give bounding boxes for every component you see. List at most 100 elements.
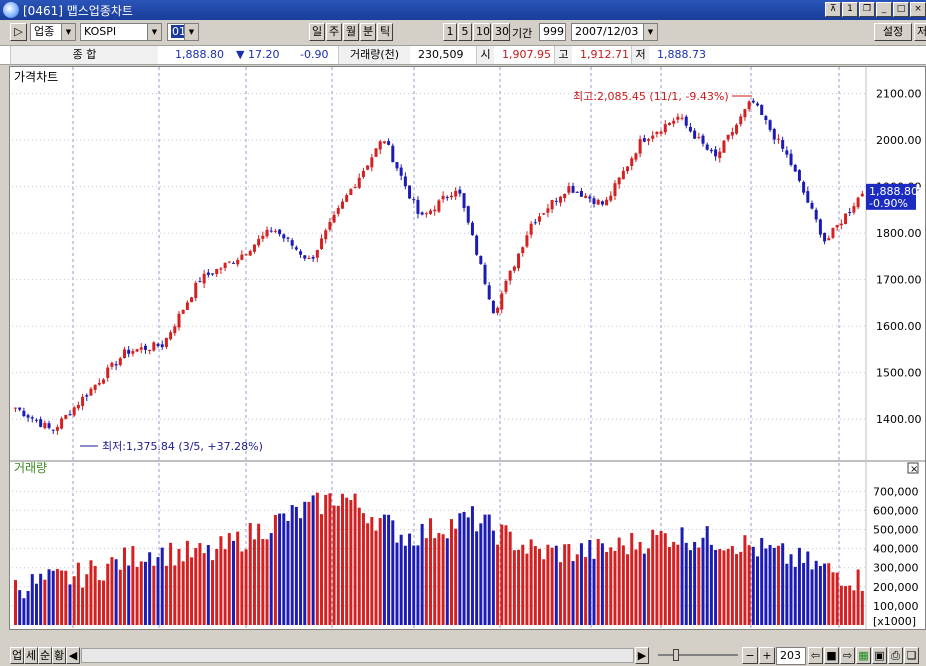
- interval-1-button[interactable]: 1: [443, 23, 457, 41]
- volume-bar: [139, 561, 143, 625]
- scroll-right-button[interactable]: ▶: [635, 647, 649, 664]
- price-candle: [575, 191, 579, 193]
- price-candle: [659, 131, 663, 134]
- volume-bar: [558, 562, 562, 625]
- price-candle: [169, 332, 173, 340]
- volume-bar: [60, 570, 64, 625]
- price-candle: [340, 201, 344, 209]
- price-candle: [651, 135, 655, 139]
- close-icon[interactable]: ×: [910, 2, 926, 17]
- play-button[interactable]: ▷: [10, 23, 27, 41]
- price-candle: [303, 255, 307, 259]
- copy-icon[interactable]: ❏: [904, 647, 919, 664]
- interval-10-button[interactable]: 10: [473, 23, 491, 41]
- period-month-button[interactable]: 월: [343, 23, 359, 41]
- price-candle: [173, 326, 177, 334]
- zoom-in-button[interactable]: +: [759, 647, 775, 664]
- volume-bar: [529, 539, 533, 625]
- price-candle: [387, 141, 391, 145]
- horizontal-scrollbar[interactable]: [81, 648, 634, 663]
- volume-bar: [89, 560, 93, 625]
- print-icon[interactable]: ⎙: [888, 647, 903, 664]
- nav-forward-icon[interactable]: ⇨: [840, 647, 855, 664]
- volume-bar: [705, 526, 709, 625]
- volume-bar: [160, 547, 164, 625]
- volume-bar: [521, 544, 525, 625]
- extra-button[interactable]: 저: [914, 23, 926, 41]
- price-candle: [709, 149, 713, 152]
- price-candle: [420, 212, 424, 215]
- scroll-left-button[interactable]: ◀: [66, 647, 80, 664]
- volume-bar: [487, 514, 491, 625]
- price-candle: [278, 229, 282, 235]
- volume-bar: [546, 544, 550, 625]
- price-candle: [324, 230, 328, 240]
- price-candle: [252, 244, 256, 252]
- price-candle: [605, 199, 609, 206]
- price-candle: [399, 167, 403, 176]
- period-week-button[interactable]: 주: [326, 23, 342, 41]
- period-minute-button[interactable]: 분: [360, 23, 376, 41]
- window-button-1[interactable]: 1: [842, 2, 858, 17]
- tab-hwang[interactable]: 황: [52, 647, 66, 664]
- period-count-input[interactable]: 999: [539, 23, 566, 41]
- price-candle: [655, 131, 659, 134]
- restore-icon[interactable]: ❐: [859, 2, 875, 17]
- minimize-icon[interactable]: _: [876, 2, 892, 17]
- volume-bar: [135, 566, 139, 625]
- price-candle: [848, 212, 852, 214]
- pin-icon[interactable]: ⊼: [825, 2, 841, 17]
- price-candle: [433, 209, 437, 212]
- zoom-out-button[interactable]: −: [742, 647, 758, 664]
- price-candle: [860, 193, 864, 197]
- zoom-slider-track[interactable]: [658, 654, 738, 656]
- zoom-slider-handle[interactable]: [673, 649, 679, 661]
- code-select[interactable]: 01 ▼: [167, 23, 199, 41]
- index-select-value: KOSPI: [84, 25, 117, 38]
- date-select[interactable]: 2007/12/03 ▼: [571, 23, 658, 41]
- nav-back-icon[interactable]: ⇦: [808, 647, 823, 664]
- period-label: 기간: [512, 27, 533, 40]
- volume-bar: [85, 574, 89, 625]
- volume-tick-label: 700,000: [873, 485, 919, 498]
- tab-sun[interactable]: 순: [38, 647, 52, 664]
- volume-bar: [667, 546, 671, 625]
- maximize-icon[interactable]: □: [893, 2, 909, 17]
- period-day-button[interactable]: 일: [309, 23, 325, 41]
- chevron-down-icon: ▼: [147, 24, 161, 40]
- price-candle: [596, 199, 600, 205]
- interval-30-button[interactable]: 30: [492, 23, 510, 41]
- price-candle: [374, 148, 378, 157]
- volume-bar: [51, 570, 55, 625]
- index-select[interactable]: KOSPI ▼: [80, 23, 162, 41]
- tab-se[interactable]: 세: [24, 647, 38, 664]
- volume-bar: [776, 545, 780, 625]
- chevron-down-icon: ▼: [61, 24, 75, 40]
- settings-button[interactable]: 설정: [874, 23, 912, 41]
- price-candle: [47, 423, 51, 428]
- price-candle: [781, 140, 785, 149]
- price-candle: [839, 223, 843, 226]
- interval-5-button[interactable]: 5: [458, 23, 472, 41]
- period-tick-button[interactable]: 틱: [377, 23, 393, 41]
- volume-bar: [286, 520, 290, 625]
- volume-bar: [550, 547, 554, 625]
- volume-label: 거래량(천): [338, 46, 410, 64]
- tab-upjong[interactable]: 업: [10, 647, 24, 664]
- price-candle: [102, 379, 106, 384]
- volume-bar: [395, 542, 399, 625]
- price-candle: [181, 309, 185, 314]
- price-candle: [160, 344, 164, 348]
- chart-svg[interactable]: 1400.001500.001600.001700.001800.001900.…: [10, 67, 925, 629]
- sector-select[interactable]: 업종 ▼: [30, 23, 76, 41]
- volume-bar: [366, 523, 370, 625]
- chart-area[interactable]: 1400.001500.001600.001700.001800.001900.…: [9, 66, 926, 630]
- volume-bar: [349, 500, 353, 625]
- volume-bar: [517, 549, 521, 625]
- excel-icon[interactable]: ▦: [856, 647, 871, 664]
- volume-bar: [797, 547, 801, 625]
- price-candle: [772, 129, 776, 140]
- bar-count-input[interactable]: 203: [776, 647, 806, 665]
- stop-icon[interactable]: ■: [824, 647, 839, 664]
- save-icon[interactable]: ▣: [872, 647, 887, 664]
